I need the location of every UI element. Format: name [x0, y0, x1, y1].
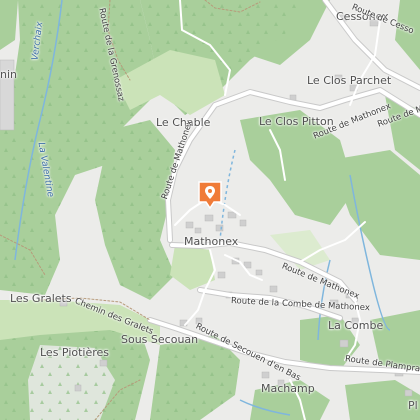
location-pin-icon[interactable] — [197, 180, 223, 210]
place-label-machamp: Machamp — [261, 382, 315, 395]
place-label-mathonex: Mathonex — [184, 235, 239, 248]
place-label-le-clos-pitton: Le Clos Pitton — [259, 115, 334, 128]
place-label-les-gralets: Les Gralets — [10, 292, 72, 305]
place-label-bottom-right-fragment: Pl — [408, 399, 418, 412]
place-label-sous-secouan: Sous Secouan — [121, 333, 199, 346]
map-canvas[interactable]: Cessonex Le Clos Parchet Le Chable Le Cl… — [0, 0, 420, 420]
place-label-les-piotieres: Les Piotières — [40, 346, 110, 359]
place-label-le-clos-parchet: Le Clos Parchet — [307, 74, 392, 87]
place-label-la-combe: La Combe — [328, 319, 384, 332]
place-label-left-edge-fragment: nin — [0, 68, 17, 81]
